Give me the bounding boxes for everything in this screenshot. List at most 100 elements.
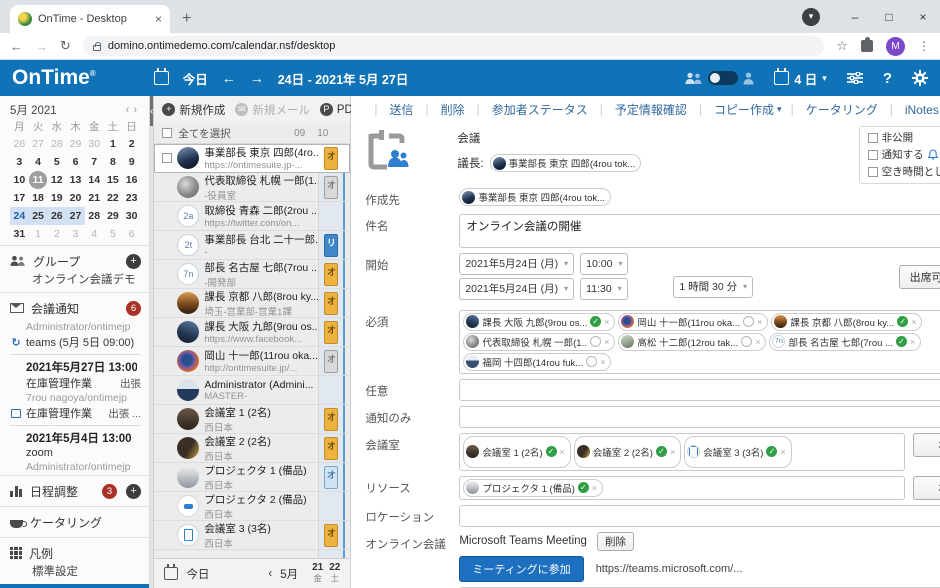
reload-icon[interactable]: ↻: [60, 38, 71, 54]
attendee-pill[interactable]: 高松 十二郎(12rou tak... ✓ ×: [618, 332, 767, 351]
url-field[interactable]: domino.ontimedemo.com/calendar.nsf/deskt…: [82, 36, 825, 56]
end-date-select[interactable]: 2021年5月24日 (月) ▾: [459, 277, 575, 300]
calendar-day[interactable]: 14: [85, 171, 104, 189]
duration-select[interactable]: 1 時間 30 分 ▾: [673, 275, 754, 298]
room-pill[interactable]: 会議室 1 (2名) ✓ ×: [463, 435, 571, 468]
location-input[interactable]: [459, 504, 940, 527]
extensions-icon[interactable]: [861, 37, 873, 52]
calendar-day[interactable]: 27: [29, 135, 48, 153]
flag-option[interactable]: 空き時間として扱う: [867, 164, 940, 179]
attendee-pill[interactable]: 代表取締役 札幌 一郎(1... ✓ ×: [463, 332, 616, 351]
list-item[interactable]: 事業部長 東京 四郎(4ro... https://ontimesuite.jp…: [154, 144, 351, 173]
notification-line[interactable]: Administrator/ontimejp: [10, 320, 141, 334]
room-search-button[interactable]: 検索: [912, 432, 940, 457]
online-remove-button[interactable]: 削除: [596, 531, 634, 551]
prev-range-button[interactable]: ←: [222, 70, 236, 86]
select-all-checkbox[interactable]: [162, 128, 173, 138]
new-mail-button[interactable]: ✉ 新規メール: [235, 102, 310, 118]
scheduling-section[interactable]: 日程調整 3 +: [0, 475, 149, 506]
timeline-event-block[interactable]: オ: [324, 437, 339, 460]
attendee-pill[interactable]: 福岡 十四郎(14rou fuk... ✓ ×: [463, 352, 612, 371]
timeline-event-block[interactable]: オ: [324, 176, 339, 199]
end-time-select[interactable]: 11:30 ▾: [580, 277, 628, 300]
attendee-pill[interactable]: 課長 京都 八郎(8rou ky... ✓ ×: [771, 312, 923, 331]
notification-line[interactable]: zoom: [10, 446, 141, 460]
list-item[interactable]: プロジェクタ 1 (備品) 西日本 オ: [154, 463, 351, 492]
form-toolbar-button[interactable]: 参加者ステータス: [468, 101, 591, 118]
calendar-day[interactable]: 24: [10, 207, 29, 225]
calendar-day[interactable]: 6: [66, 153, 85, 171]
notification-line[interactable]: 2021年5月27日 13:00: [10, 359, 141, 375]
list-item[interactable]: 会議室 1 (2名) 西日本 オ: [154, 405, 351, 434]
settings-gear-icon[interactable]: [912, 70, 928, 86]
list-item[interactable]: 岡山 十一郎(11rou oka... http://ontimesuite.j…: [154, 347, 351, 376]
timeline-event-block[interactable]: オ: [324, 147, 339, 170]
subject-input[interactable]: オンライン会議の開催: [459, 213, 940, 248]
remove-attendee-icon[interactable]: ×: [757, 317, 762, 327]
calendar-day[interactable]: 10: [10, 171, 29, 189]
notification-line[interactable]: 7rou nagoya/ontimejp: [10, 391, 141, 405]
calendar-day[interactable]: 9: [122, 153, 141, 171]
calendar-day[interactable]: 20: [66, 189, 85, 207]
window-close-button[interactable]: ×: [906, 10, 940, 24]
calendar-day[interactable]: 8: [104, 153, 123, 171]
footer-today-button[interactable]: 今日: [186, 566, 209, 582]
calendar-day[interactable]: 2: [122, 135, 141, 153]
list-item[interactable]: 課長 京都 八郎(8rou ky... 埼玉-営業部-営業1課 オ: [154, 289, 351, 318]
created-for-pill[interactable]: 事業部長 東京 四郎(4rou tok...: [459, 188, 612, 206]
notification-line[interactable]: teams (5月 5日 09:00): [10, 334, 141, 350]
calendar-day[interactable]: 28: [85, 207, 104, 225]
list-item[interactable]: 会議室 3 (3名) 西日本 オ: [154, 521, 351, 550]
remove-resource-icon[interactable]: ×: [592, 483, 597, 493]
help-button[interactable]: ?: [883, 70, 892, 87]
resource-search-button[interactable]: 検索: [912, 475, 940, 500]
timeline-event-block[interactable]: オ: [324, 524, 339, 547]
start-date-select[interactable]: 2021年5月24日 (月) ▾: [459, 252, 575, 275]
remove-attendee-icon[interactable]: ×: [755, 337, 760, 347]
calendar-day[interactable]: 26: [47, 207, 67, 225]
calendar-day[interactable]: 29: [104, 207, 123, 225]
footer-prev-button[interactable]: ‹: [268, 568, 272, 580]
timeline-event-block[interactable]: リ: [324, 234, 339, 257]
availability-button[interactable]: 出席可能時間: [898, 264, 940, 289]
list-item[interactable]: 7n 部長 名古屋 七郎(7rou ... -開発部 オ: [154, 260, 351, 289]
calendar-day[interactable]: 3: [66, 225, 85, 243]
filters-icon[interactable]: [846, 72, 863, 84]
calendar-day[interactable]: 13: [66, 171, 85, 189]
people-visibility-toggle[interactable]: [685, 71, 754, 85]
room-pill[interactable]: 会議室 2 (2名) ✓ ×: [573, 435, 682, 468]
sidebar-collapse-handle[interactable]: ‹: [150, 96, 154, 126]
notification-line[interactable]: [10, 425, 141, 426]
window-minimize-button[interactable]: –: [838, 10, 872, 24]
calendar-day[interactable]: 2: [47, 225, 66, 243]
browser-profile-avatar[interactable]: M: [886, 36, 905, 56]
calendar-day[interactable]: 11: [28, 171, 48, 189]
form-toolbar-button[interactable]: コピー作成▾: [690, 101, 782, 118]
calendar-day[interactable]: 4: [29, 153, 48, 171]
resources-box[interactable]: プロジェクタ 1 (備品) ✓ ×: [459, 475, 905, 500]
notification-line[interactable]: 在庫管理作業 出張 ...: [10, 405, 141, 421]
flag-checkbox[interactable]: [867, 149, 878, 160]
form-toolbar-button[interactable]: iNotesで開く: [881, 101, 940, 118]
form-toolbar-button[interactable]: 削除: [416, 101, 467, 118]
flag-option[interactable]: 通知する: [867, 147, 940, 162]
calendar-day[interactable]: 19: [47, 189, 66, 207]
add-scheduling-button[interactable]: +: [126, 483, 141, 499]
calendar-day[interactable]: 12: [47, 171, 66, 189]
form-toolbar-button[interactable]: 予定情報確認: [591, 101, 690, 118]
rooms-box[interactable]: 会議室 1 (2名) ✓ × 会議室 2 (2名) ✓ × 会議室 3 (3名)…: [459, 432, 905, 471]
timeline-event-block[interactable]: オ: [324, 321, 339, 344]
timeline-event-block[interactable]: オ: [324, 466, 339, 489]
flag-checkbox[interactable]: [867, 132, 878, 143]
calendar-day[interactable]: 22: [104, 189, 123, 207]
optional-attendees-input[interactable]: [459, 378, 940, 401]
calendar-day[interactable]: 7: [85, 153, 104, 171]
calendar-day[interactable]: 6: [122, 225, 141, 243]
footer-day-column[interactable]: 21 金: [312, 562, 323, 585]
remove-attendee-icon[interactable]: ×: [604, 317, 609, 327]
footer-day-column[interactable]: 22 土: [329, 562, 340, 585]
mini-calendar-nav[interactable]: ‹›: [126, 104, 141, 116]
forward-icon[interactable]: →: [35, 39, 48, 54]
list-item[interactable]: 会議室 2 (2名) 西日本 オ: [154, 434, 351, 463]
remove-attendee-icon[interactable]: ×: [911, 317, 916, 327]
